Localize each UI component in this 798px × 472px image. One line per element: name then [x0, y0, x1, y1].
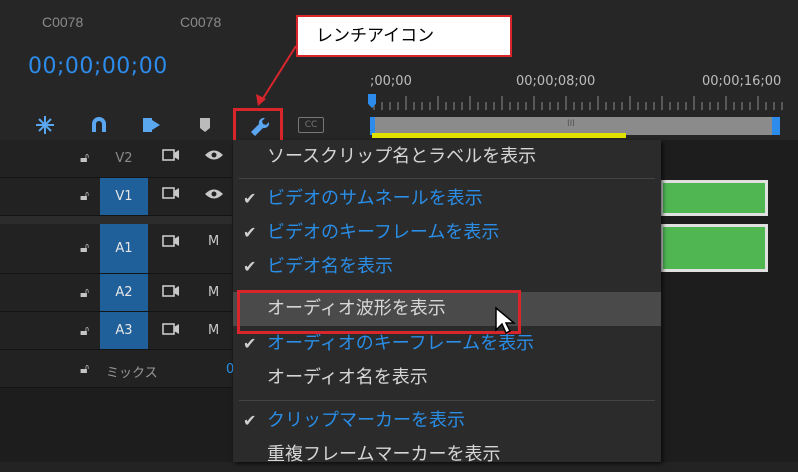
callout-arrow	[256, 45, 297, 106]
mouse-pointer-icon	[495, 306, 516, 335]
callout-label: レンチアイコン	[296, 15, 512, 57]
